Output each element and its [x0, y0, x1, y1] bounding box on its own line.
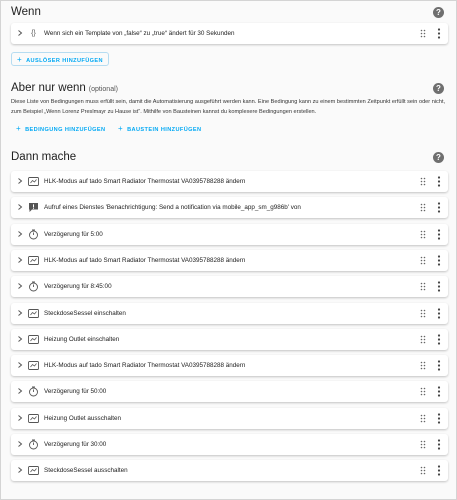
- chevron-right-icon[interactable]: [17, 283, 23, 290]
- trigger-card[interactable]: {} Wenn sich ein Template von „false“ zu…: [11, 23, 448, 44]
- notification-icon: [27, 201, 40, 214]
- more-vert-icon[interactable]: [436, 28, 442, 39]
- more-vert-icon[interactable]: [436, 360, 442, 371]
- timer-icon: [27, 280, 40, 293]
- add-trigger-button[interactable]: + AUSLÖSER HINZUFÜGEN: [11, 52, 109, 66]
- device-icon: [27, 307, 40, 320]
- action-card[interactable]: Heizung Outlet einschalten: [11, 328, 448, 350]
- add-trigger-label: AUSLÖSER HINZUFÜGEN: [26, 58, 103, 64]
- add-condition-label: BEDINGUNG HINZUFÜGEN: [25, 127, 106, 133]
- aber-title-text: Aber nur wenn: [11, 82, 86, 94]
- action-label: HLK-Modus auf tado Smart Radiator Thermo…: [44, 362, 246, 370]
- chevron-right-icon[interactable]: [17, 257, 23, 263]
- optional-label: (optional): [88, 86, 118, 93]
- more-vert-icon[interactable]: [436, 176, 442, 187]
- action-label: Verzögerung für 30:00: [44, 441, 107, 448]
- more-vert-icon[interactable]: [436, 465, 442, 476]
- chevron-right-icon[interactable]: [17, 362, 23, 368]
- more-vert-icon[interactable]: [436, 386, 442, 397]
- drag-handle-icon[interactable]: [420, 361, 426, 370]
- add-condition-button[interactable]: + BEDINGUNG HINZUFÜGEN: [11, 122, 111, 136]
- drag-handle-icon[interactable]: [420, 282, 426, 291]
- chevron-right-icon[interactable]: [17, 388, 23, 395]
- action-card[interactable]: HLK-Modus auf tado Smart Radiator Thermo…: [11, 355, 448, 377]
- action-label: HLK-Modus auf tado Smart Radiator Thermo…: [44, 178, 246, 185]
- timer-icon: [27, 438, 40, 451]
- chevron-right-icon[interactable]: [17, 335, 23, 342]
- drag-handle-icon[interactable]: [420, 414, 426, 423]
- template-icon: {}: [31, 30, 36, 37]
- action-card[interactable]: Heizung Outlet ausschalten: [11, 407, 448, 429]
- action-card[interactable]: HLK-Modus auf tado Smart Radiator Thermo…: [11, 171, 448, 192]
- more-vert-icon[interactable]: [436, 228, 442, 240]
- thermostat-icon: [27, 359, 40, 372]
- trigger-label: Wenn sich ein Template von „false“ zu „t…: [44, 30, 235, 37]
- action-card[interactable]: HLK-Modus auf tado Smart Radiator Thermo…: [11, 249, 448, 271]
- action-label: Heizung Outlet einschalten: [44, 335, 120, 343]
- action-label: HLK-Modus auf tado Smart Radiator Thermo…: [44, 256, 246, 264]
- action-label: SteckdoseSessel einschalten: [44, 309, 126, 317]
- more-vert-icon[interactable]: [436, 439, 442, 450]
- action-label: SteckdoseSessel ausschalten: [44, 467, 128, 475]
- automation-editor: Wenn ? {} Wenn sich ein Template von „fa…: [0, 0, 457, 500]
- more-vert-icon[interactable]: [436, 334, 442, 345]
- chevron-right-icon[interactable]: [17, 467, 23, 474]
- device-icon: [27, 333, 40, 346]
- action-card[interactable]: SteckdoseSessel einschalten: [11, 302, 448, 324]
- section-title-wenn: Wenn: [11, 6, 41, 18]
- section-title-dann: Dann mache: [11, 151, 77, 163]
- drag-handle-icon[interactable]: [420, 177, 426, 186]
- add-block-button[interactable]: + BAUSTEIN HINZUFÜGEN: [113, 122, 207, 136]
- chevron-right-icon[interactable]: [17, 441, 23, 447]
- plus-icon: +: [118, 124, 124, 133]
- device-icon: [27, 464, 40, 477]
- drag-handle-icon[interactable]: [420, 309, 426, 318]
- thermostat-icon: [27, 175, 40, 188]
- timer-icon: [27, 385, 40, 398]
- more-vert-icon[interactable]: [436, 307, 442, 319]
- chevron-right-icon[interactable]: [17, 178, 23, 184]
- action-label: Verzögerung für 8:45:00: [44, 283, 112, 291]
- help-icon-wenn[interactable]: ?: [433, 7, 444, 18]
- chevron-right-icon[interactable]: [17, 204, 23, 211]
- drag-handle-icon[interactable]: [420, 335, 426, 344]
- drag-handle-icon[interactable]: [420, 230, 426, 239]
- plus-icon: +: [16, 124, 22, 133]
- device-icon: [27, 412, 40, 425]
- action-card[interactable]: Verzögerung für 30:00: [11, 434, 448, 455]
- drag-handle-icon[interactable]: [420, 203, 426, 212]
- section-title-aber: Aber nur wenn (optional): [11, 82, 118, 94]
- more-vert-icon[interactable]: [436, 281, 442, 292]
- chevron-right-icon[interactable]: [17, 30, 23, 36]
- drag-handle-icon[interactable]: [420, 256, 426, 265]
- drag-handle-icon[interactable]: [420, 440, 426, 449]
- timer-icon: [27, 228, 40, 241]
- action-card[interactable]: SteckdoseSessel ausschalten: [11, 460, 448, 482]
- action-label: Verzögerung für 50:00: [44, 388, 107, 396]
- action-card[interactable]: Aufruf eines Dienstes 'Benachrichtigung:…: [11, 197, 448, 219]
- action-card[interactable]: Verzögerung für 5:00: [11, 223, 448, 245]
- add-block-label: BAUSTEIN HINZUFÜGEN: [127, 127, 202, 133]
- more-vert-icon[interactable]: [436, 255, 442, 266]
- help-icon-dann[interactable]: ?: [433, 152, 444, 163]
- drag-handle-icon[interactable]: [420, 387, 426, 396]
- plus-icon: +: [17, 55, 23, 64]
- drag-handle-icon[interactable]: [420, 466, 426, 475]
- more-vert-icon[interactable]: [436, 202, 442, 213]
- more-vert-icon[interactable]: [436, 413, 442, 424]
- action-label: Heizung Outlet ausschalten: [44, 414, 122, 422]
- action-label: Aufruf eines Dienstes 'Benachrichtigung:…: [44, 204, 301, 212]
- action-label: Verzögerung für 5:00: [44, 230, 103, 238]
- chevron-right-icon[interactable]: [17, 414, 23, 421]
- chevron-right-icon[interactable]: [17, 230, 23, 237]
- action-card[interactable]: Verzögerung für 8:45:00: [11, 276, 448, 298]
- drag-handle-icon[interactable]: [420, 29, 426, 38]
- thermostat-icon: [27, 254, 40, 267]
- help-icon-aber[interactable]: ?: [433, 83, 444, 94]
- conditions-description: Diese Liste von Bedingungen muss erfüllt…: [11, 99, 446, 115]
- action-card[interactable]: Verzögerung für 50:00: [11, 381, 448, 403]
- chevron-right-icon[interactable]: [17, 309, 23, 316]
